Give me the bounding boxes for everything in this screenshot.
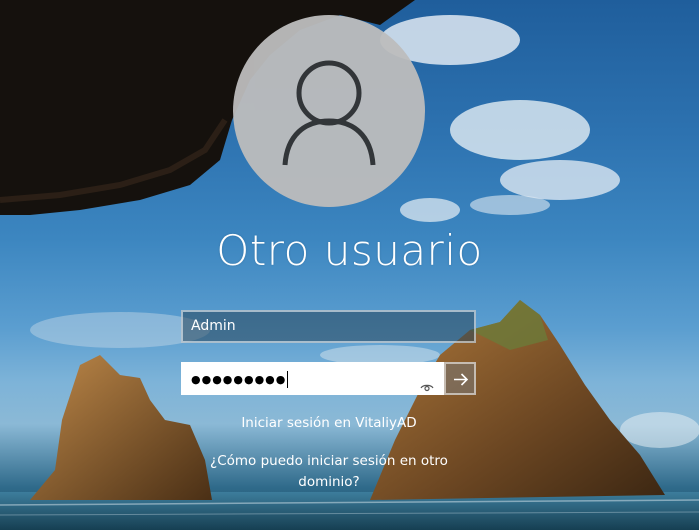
password-mask: ●●●●●●●●● bbox=[191, 373, 287, 386]
text-cursor bbox=[287, 371, 289, 388]
submit-button[interactable] bbox=[444, 362, 476, 395]
user-avatar bbox=[233, 15, 425, 207]
username-field[interactable]: Admin bbox=[181, 310, 476, 343]
user-silhouette-icon bbox=[282, 60, 376, 166]
password-field[interactable]: ●●●●●●●●● bbox=[181, 362, 444, 395]
arrow-right-icon bbox=[454, 373, 469, 386]
other-domain-link[interactable]: ¿Cómo puedo iniciar sesión en otro domin… bbox=[196, 451, 462, 493]
sign-in-domain-label: Iniciar sesión en VitaliyAD bbox=[241, 415, 417, 431]
account-title: Otro usuario bbox=[216, 226, 483, 275]
eye-icon[interactable] bbox=[420, 373, 434, 402]
